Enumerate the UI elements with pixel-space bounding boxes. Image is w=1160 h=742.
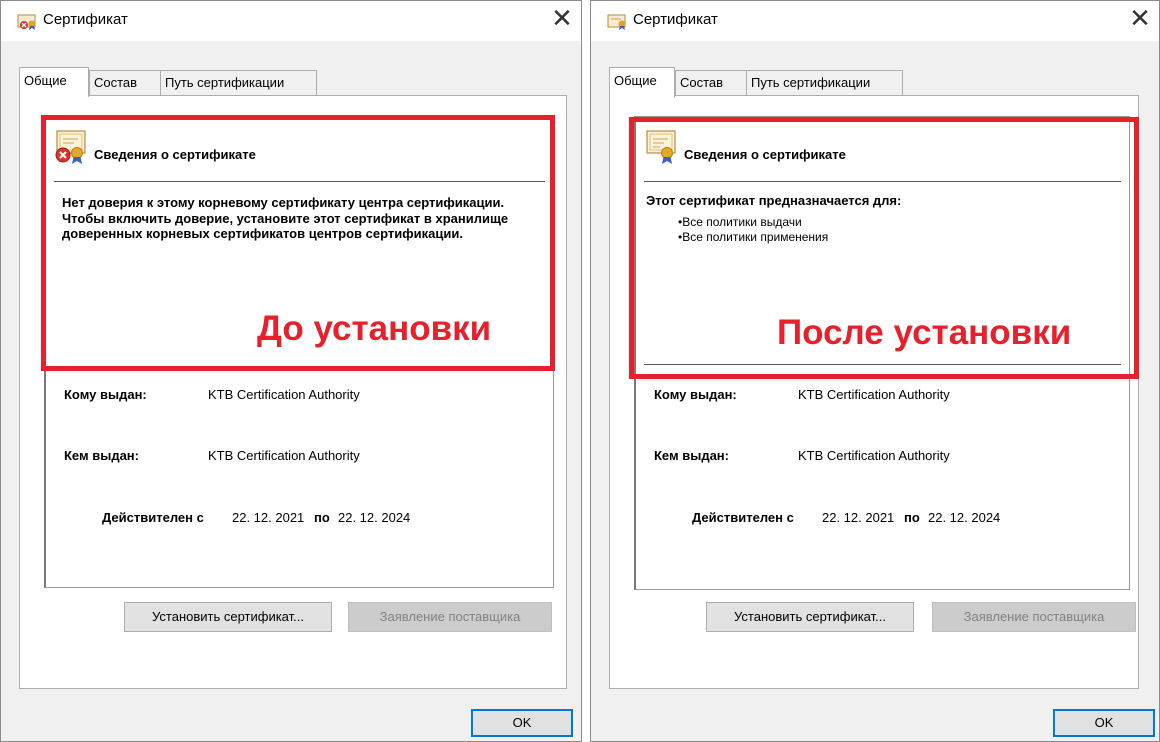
certificate-small-icon [607,13,631,31]
valid-to-label: по [904,510,920,525]
ok-button[interactable]: OK [1053,709,1155,737]
annotation-label: После установки [777,313,1072,352]
tab-general[interactable]: Общие [19,67,89,97]
certificate-dialog-after: Сертификат ✕ Общие Состав Путь сертифика… [590,0,1160,742]
install-certificate-button[interactable]: Установить сертификат... [706,602,914,632]
valid-from-label: Действителен с [692,510,794,525]
certificate-error-icon [54,129,88,165]
ok-button[interactable]: OK [471,709,573,737]
valid-to-value: 22. 12. 2024 [928,510,1001,525]
annotation-label: До установки [257,309,492,348]
title-bar[interactable]: Сертификат ✕ [1,1,581,41]
purpose-heading: Этот сертификат предназначается для: [646,193,902,208]
issued-by-value: KTB Certification Authority [208,448,360,463]
heading-divider [54,181,545,182]
general-tab-panel: Сведения о сертификате Этот сертификат п… [609,95,1139,689]
tab-general[interactable]: Общие [609,67,675,97]
purpose-item: Все политики применения [678,230,828,245]
tab-label: Общие [614,73,657,88]
certificate-info-box: Сведения о сертификате Нет доверия к это… [44,116,554,588]
tab-label: Общие [24,73,67,88]
window-title: Сертификат [633,11,718,28]
general-tab-panel: Сведения о сертификате Нет доверия к это… [19,95,567,689]
tab-label: Состав [680,75,724,90]
heading-divider [644,181,1121,182]
issuer-statement-button[interactable]: Заявление поставщика [932,602,1136,632]
tab-label: Состав [94,75,138,90]
certificate-dialog-before: Сертификат ✕ Общие Состав Путь сертифика… [0,0,582,742]
issued-by-value: KTB Certification Authority [798,448,950,463]
certificate-small-icon [17,13,41,31]
info-heading: Сведения о сертификате [94,147,256,162]
purpose-list: Все политики выдачи Все политики примене… [678,215,828,245]
valid-to-value: 22. 12. 2024 [338,510,411,525]
info-heading: Сведения о сертификате [684,147,846,162]
tab-certification-path[interactable]: Путь сертификации [160,70,317,96]
issued-to-value: KTB Certification Authority [798,387,950,402]
issued-to-value: KTB Certification Authority [208,387,360,402]
valid-from-label: Действителен с [102,510,204,525]
dialog-separator [582,0,590,742]
issued-by-label: Кем выдан: [654,448,729,463]
close-icon[interactable]: ✕ [1127,5,1153,33]
valid-to-label: по [314,510,330,525]
untrusted-warning-text: Нет доверия к этому корневому сертификат… [62,195,509,241]
issued-to-label: Кому выдан: [654,387,737,402]
tab-details[interactable]: Состав [89,70,161,96]
tab-certification-path[interactable]: Путь сертификации [746,70,903,96]
window-title: Сертификат [43,11,128,28]
valid-from-value: 22. 12. 2021 [822,510,895,525]
tab-details[interactable]: Состав [675,70,747,96]
tab-label: Путь сертификации [751,75,871,90]
issued-by-label: Кем выдан: [64,448,139,463]
close-icon[interactable]: ✕ [549,5,575,33]
valid-from-value: 22. 12. 2021 [232,510,305,525]
purpose-item: Все политики выдачи [678,215,828,230]
certificate-info-box: Сведения о сертификате Этот сертификат п… [634,116,1130,590]
install-certificate-button[interactable]: Установить сертификат... [124,602,332,632]
certificate-icon [644,129,678,165]
tab-label: Путь сертификации [165,75,285,90]
title-bar[interactable]: Сертификат ✕ [591,1,1159,41]
issuer-statement-button[interactable]: Заявление поставщика [348,602,552,632]
purpose-divider [644,364,1121,365]
issued-to-label: Кому выдан: [64,387,147,402]
